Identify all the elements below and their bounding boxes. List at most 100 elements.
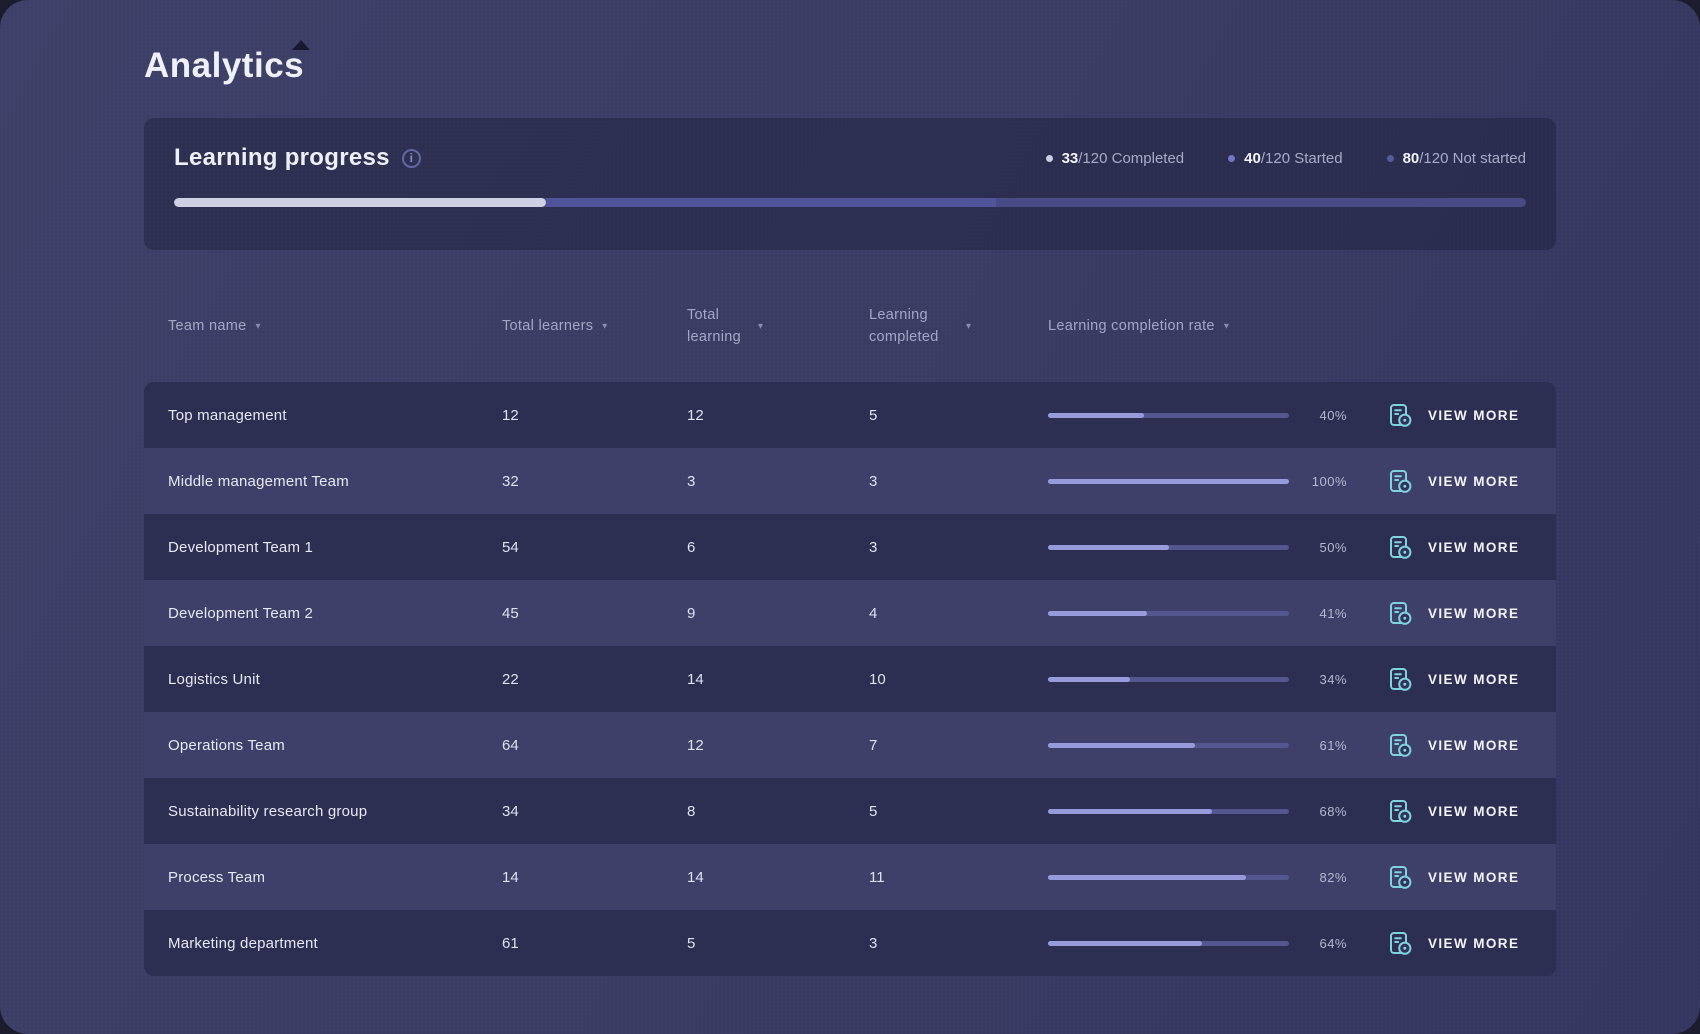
- view-more-label: VIEW MORE: [1428, 870, 1519, 885]
- sort-caret-icon[interactable]: ▾: [758, 321, 763, 332]
- completion-rate-fill: [1048, 413, 1144, 418]
- sort-caret-icon[interactable]: ▾: [966, 321, 971, 332]
- view-more-label: VIEW MORE: [1428, 540, 1519, 555]
- completion-rate-percent: 40%: [1289, 408, 1347, 423]
- view-more-button[interactable]: VIEW MORE: [1347, 930, 1556, 957]
- analytics-page: Analytics Learning progress i 33/120 Com…: [0, 0, 1700, 1034]
- team-name: Operations Team: [144, 737, 502, 754]
- completion-rate-percent: 68%: [1289, 804, 1347, 819]
- learning-completed-value: 3: [869, 473, 1048, 490]
- total-learning-value: 3: [687, 473, 869, 490]
- completion-rate-bar: [1048, 941, 1289, 946]
- completion-rate-bar: [1048, 545, 1289, 550]
- completed-dot-icon: [1046, 155, 1053, 162]
- view-more-button[interactable]: VIEW MORE: [1347, 798, 1556, 825]
- legend-item-started: 40/120 Started: [1228, 150, 1342, 167]
- view-more-button[interactable]: VIEW MORE: [1347, 402, 1556, 429]
- table-row: Process Team 14 14 11 82% VIEW MORE: [144, 844, 1556, 910]
- progress-segment-completed: [174, 198, 546, 207]
- completion-rate-percent: 82%: [1289, 870, 1347, 885]
- view-more-label: VIEW MORE: [1428, 672, 1519, 687]
- not-started-dot-icon: [1387, 155, 1394, 162]
- completion-rate-fill: [1048, 743, 1195, 748]
- legend-item-completed: 33/120 Completed: [1046, 150, 1185, 167]
- document-eye-icon: [1387, 930, 1414, 957]
- team-name: Middle management Team: [144, 473, 502, 490]
- view-more-label: VIEW MORE: [1428, 738, 1519, 753]
- collapse-caret-icon: [292, 40, 310, 50]
- view-more-button[interactable]: VIEW MORE: [1347, 864, 1556, 891]
- column-header-team-name[interactable]: Team name ▾: [144, 318, 502, 334]
- completion-rate-percent: 61%: [1289, 738, 1347, 753]
- sort-caret-icon[interactable]: ▾: [602, 321, 607, 332]
- info-icon[interactable]: i: [402, 149, 421, 168]
- completion-rate-bar: [1048, 479, 1289, 484]
- learning-completed-value: 5: [869, 803, 1048, 820]
- view-more-label: VIEW MORE: [1428, 804, 1519, 819]
- column-header-total-learning[interactable]: Total learning ▾: [687, 304, 869, 349]
- total-learning-value: 14: [687, 671, 869, 688]
- completion-rate-percent: 50%: [1289, 540, 1347, 555]
- column-header-completion-rate[interactable]: Learning completion rate ▾: [1048, 318, 1347, 334]
- learning-completed-value: 10: [869, 671, 1048, 688]
- completion-rate-fill: [1048, 677, 1130, 682]
- view-more-button[interactable]: VIEW MORE: [1347, 468, 1556, 495]
- sort-caret-icon[interactable]: ▾: [255, 321, 260, 332]
- completed-label: /120 Completed: [1078, 150, 1184, 167]
- view-more-button[interactable]: VIEW MORE: [1347, 534, 1556, 561]
- page-title: Analytics: [144, 46, 1556, 86]
- started-count: 40: [1244, 150, 1261, 167]
- total-learning-value: 8: [687, 803, 869, 820]
- document-eye-icon: [1387, 468, 1414, 495]
- completion-rate-bar: [1048, 677, 1289, 682]
- document-eye-icon: [1387, 666, 1414, 693]
- card-title: Learning progress: [174, 144, 390, 172]
- total-learning-value: 12: [687, 737, 869, 754]
- team-name: Sustainability research group: [144, 803, 502, 820]
- completion-rate-fill: [1048, 545, 1169, 550]
- document-eye-icon: [1387, 402, 1414, 429]
- learning-completed-value: 11: [869, 869, 1048, 886]
- view-more-button[interactable]: VIEW MORE: [1347, 666, 1556, 693]
- team-name: Process Team: [144, 869, 502, 886]
- column-header-total-learners[interactable]: Total learners ▾: [502, 318, 687, 334]
- view-more-label: VIEW MORE: [1428, 936, 1519, 951]
- team-name: Top management: [144, 407, 502, 424]
- table-row: Operations Team 64 12 7 61% VIEW MORE: [144, 712, 1556, 778]
- total-learners-value: 12: [502, 407, 687, 424]
- completion-rate-bar: [1048, 743, 1289, 748]
- sort-caret-icon[interactable]: ▾: [1224, 321, 1229, 332]
- completion-rate-fill: [1048, 875, 1246, 880]
- completion-rate-bar: [1048, 875, 1289, 880]
- document-eye-icon: [1387, 864, 1414, 891]
- learning-completed-value: 3: [869, 539, 1048, 556]
- total-learning-value: 14: [687, 869, 869, 886]
- team-name: Marketing department: [144, 935, 502, 952]
- view-more-button[interactable]: VIEW MORE: [1347, 732, 1556, 759]
- document-eye-icon: [1387, 534, 1414, 561]
- table-row: Marketing department 61 5 3 64% VIEW MOR…: [144, 910, 1556, 976]
- completion-rate-bar: [1048, 611, 1289, 616]
- completion-rate-percent: 100%: [1289, 474, 1347, 489]
- completion-rate-fill: [1048, 611, 1147, 616]
- learning-completed-value: 5: [869, 407, 1048, 424]
- completion-rate-fill: [1048, 941, 1202, 946]
- completion-rate-bar: [1048, 809, 1289, 814]
- total-learning-value: 12: [687, 407, 869, 424]
- column-header-learning-completed[interactable]: Learning completed ▾: [869, 304, 1048, 349]
- total-learning-value: 9: [687, 605, 869, 622]
- table-row: Sustainability research group 34 8 5 68%…: [144, 778, 1556, 844]
- completion-rate-percent: 64%: [1289, 936, 1347, 951]
- completion-rate-percent: 34%: [1289, 672, 1347, 687]
- completion-rate-percent: 41%: [1289, 606, 1347, 621]
- total-learners-value: 45: [502, 605, 687, 622]
- team-name: Development Team 2: [144, 605, 502, 622]
- total-learners-value: 32: [502, 473, 687, 490]
- progress-segment-started: [546, 198, 996, 207]
- total-learners-value: 14: [502, 869, 687, 886]
- view-more-button[interactable]: VIEW MORE: [1347, 600, 1556, 627]
- table-row: Middle management Team 32 3 3 100% VIEW …: [144, 448, 1556, 514]
- total-learning-value: 5: [687, 935, 869, 952]
- total-learners-value: 34: [502, 803, 687, 820]
- team-name: Logistics Unit: [144, 671, 502, 688]
